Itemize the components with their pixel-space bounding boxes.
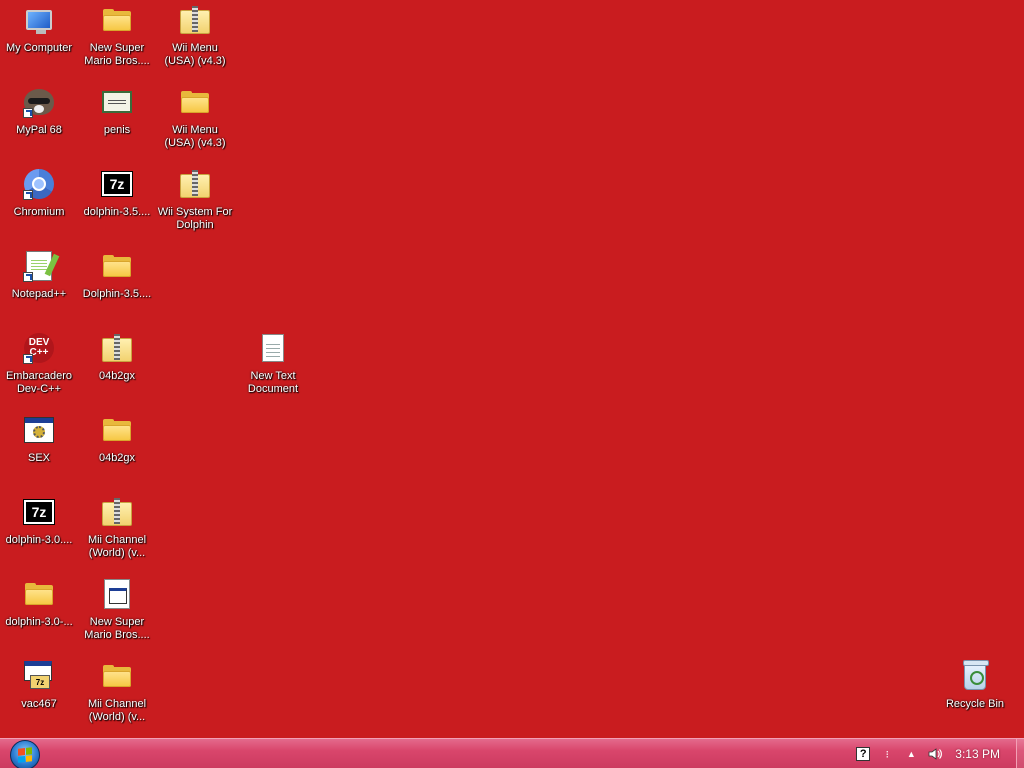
desktop-icon-devcpp[interactable]: DEV C++ Embarcadero Dev-C++	[1, 332, 77, 396]
zip-folder-icon	[100, 332, 134, 364]
desktop-icon-dolphin35-7z[interactable]: 7z dolphin-3.5....	[79, 168, 155, 219]
desktop-icon-sex[interactable]: SEX	[1, 414, 77, 465]
folder-icon	[100, 250, 134, 282]
desktop-icon-new-super-mario-folder[interactable]: New Super Mario Bros....	[79, 4, 155, 68]
shortcut-arrow-icon	[23, 354, 33, 364]
shortcut-arrow-icon	[23, 108, 33, 118]
desktop-icon-04b2gx-folder[interactable]: 04b2gx	[79, 414, 155, 465]
icon-label: Embarcadero Dev-C++	[5, 370, 73, 395]
desktop: My Computer MyPal 68 Chromium Notepad++ …	[0, 0, 1024, 740]
icon-label: New Text Document	[247, 370, 299, 395]
icon-label: My Computer	[5, 42, 73, 54]
folder-icon	[100, 414, 134, 446]
recycle-bin-icon	[958, 660, 992, 692]
desktop-icon-dolphin30-folder[interactable]: dolphin-3.0-...	[1, 578, 77, 629]
desktop-icon-wii-menu-zip[interactable]: Wii Menu (USA) (v4.3)	[157, 4, 233, 68]
desktop-icon-vac467[interactable]: 7z vac467	[1, 660, 77, 711]
help-icon: ?	[856, 747, 871, 761]
icon-label: SEX	[27, 452, 50, 464]
folder-icon	[100, 660, 134, 692]
icon-label: 04b2gx	[98, 370, 136, 382]
icon-label: Wii Menu (USA) (v4.3)	[164, 124, 226, 149]
icon-label: dolphin-3.5....	[83, 206, 151, 218]
volume-tray-button[interactable]	[925, 744, 945, 764]
desktop-icon-new-super-mario-file[interactable]: New Super Mario Bros....	[79, 578, 155, 642]
folder-icon	[178, 86, 212, 118]
folder-icon	[100, 4, 134, 36]
folder-icon	[22, 578, 56, 610]
icon-label: 04b2gx	[98, 452, 136, 464]
icon-label: Dolphin-3.5....	[82, 288, 152, 300]
file-icon	[100, 578, 134, 610]
zip-folder-icon	[178, 4, 212, 36]
icon-label: New Super Mario Bros....	[84, 616, 150, 641]
computer-icon	[22, 4, 56, 36]
show-hidden-icons-button[interactable]: ▲	[901, 744, 921, 764]
icon-label: Recycle Bin	[945, 698, 1005, 710]
system-tray: ? ⁝ ▲ 3:13 PM	[853, 739, 1024, 768]
windows-logo-icon	[18, 747, 32, 763]
7zip-sfx-icon: 7z	[22, 660, 56, 692]
help-tray-button[interactable]: ?	[853, 744, 873, 764]
icon-label: penis	[103, 124, 131, 136]
desktop-icon-recycle-bin[interactable]: Recycle Bin	[937, 660, 1013, 711]
7zip-archive-icon: 7z	[100, 168, 134, 200]
desktop-icon-new-text-document[interactable]: New Text Document	[235, 332, 311, 396]
start-button[interactable]	[10, 740, 40, 768]
desktop-icon-mii-channel-zip[interactable]: Mii Channel (World) (v...	[79, 496, 155, 560]
desktop-icon-dolphin30-7z[interactable]: 7z dolphin-3.0....	[1, 496, 77, 547]
shortcut-arrow-icon	[23, 272, 33, 282]
desktop-icon-mypal[interactable]: MyPal 68	[1, 86, 77, 137]
icon-label: Chromium	[13, 206, 65, 218]
speaker-icon	[928, 748, 943, 760]
desktop-icon-my-computer[interactable]: My Computer	[1, 4, 77, 55]
taskbar-clock[interactable]: 3:13 PM	[949, 747, 1016, 761]
icon-label: dolphin-3.0-...	[5, 616, 73, 628]
desktop-icon-penis[interactable]: penis	[79, 86, 155, 137]
icon-label: vac467	[21, 698, 57, 710]
desktop-icon-chromium[interactable]: Chromium	[1, 168, 77, 219]
icon-label: MyPal 68	[16, 124, 62, 136]
desktop-icon-notepadpp[interactable]: Notepad++	[1, 250, 77, 301]
zip-folder-icon	[178, 168, 212, 200]
raccoon-icon	[22, 86, 56, 118]
desktop-icon-wii-system[interactable]: Wii System For Dolphin	[157, 168, 233, 232]
desktop-icon-wii-menu-folder[interactable]: Wii Menu (USA) (v4.3)	[157, 86, 233, 150]
icon-label: New Super Mario Bros....	[84, 42, 150, 67]
desktop-icon-dolphin35-folder[interactable]: Dolphin-3.5....	[79, 250, 155, 301]
shortcut-arrow-icon	[23, 190, 33, 200]
chromium-icon	[22, 168, 56, 200]
icon-label: Wii System For Dolphin	[157, 206, 233, 231]
icon-label: Mii Channel (World) (v...	[87, 534, 147, 559]
icon-label: Notepad++	[11, 288, 67, 300]
zip-folder-icon	[100, 496, 134, 528]
7zip-archive-icon: 7z	[22, 496, 56, 528]
notepadpp-icon	[22, 250, 56, 282]
desktop-icon-04b2gx-zip[interactable]: 04b2gx	[79, 332, 155, 383]
icon-label: Wii Menu (USA) (v4.3)	[164, 42, 226, 67]
network-icon: ⁝	[885, 748, 890, 761]
chevron-up-icon: ▲	[906, 749, 916, 759]
certificate-icon	[100, 86, 134, 118]
show-desktop-button[interactable]	[1016, 739, 1024, 768]
desktop-icon-mii-channel-folder[interactable]: Mii Channel (World) (v...	[79, 660, 155, 724]
text-document-icon	[256, 332, 290, 364]
taskbar: ? ⁝ ▲ 3:13 PM	[0, 738, 1024, 768]
application-window-icon	[22, 414, 56, 446]
icon-label: dolphin-3.0....	[5, 534, 73, 546]
devcpp-icon: DEV C++	[22, 332, 56, 364]
icon-label: Mii Channel (World) (v...	[87, 698, 147, 723]
network-tray-button[interactable]: ⁝	[877, 744, 897, 764]
